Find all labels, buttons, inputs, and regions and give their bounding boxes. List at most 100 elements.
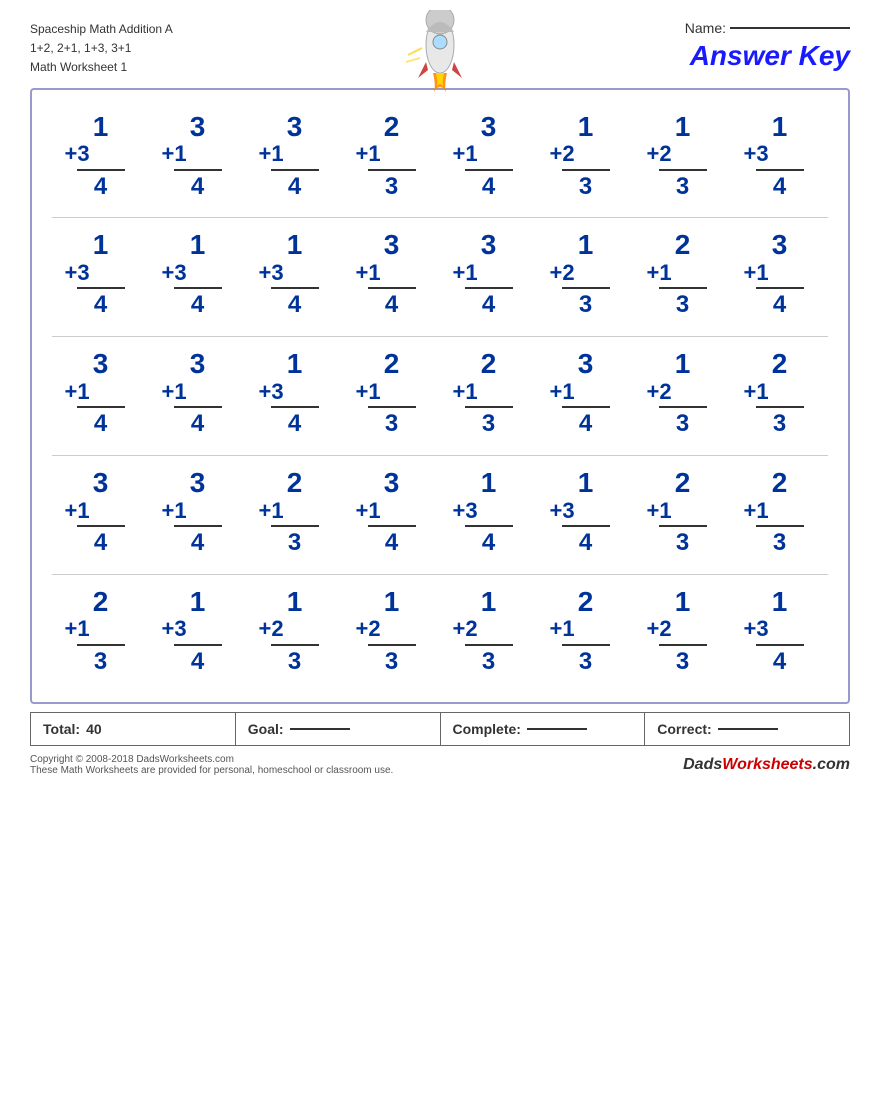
problem-addend: +2	[449, 617, 478, 641]
problem-answer: 4	[288, 291, 301, 320]
problem-addend: +1	[352, 499, 381, 523]
problem-addend: +1	[740, 261, 769, 285]
problem-top: 2	[675, 230, 691, 261]
problem-4-3: 1 +2 3	[352, 587, 432, 677]
problem-line	[174, 287, 222, 289]
problem-top: 3	[384, 468, 400, 499]
title-line3: Math Worksheet 1	[30, 58, 173, 77]
problem-top: 3	[93, 349, 109, 380]
problem-line	[77, 525, 125, 527]
problem-top: 1	[675, 349, 691, 380]
problem-answer: 3	[773, 410, 786, 439]
problem-addend: +1	[61, 380, 90, 404]
problem-addend: +1	[740, 499, 769, 523]
footer-box: Total: 40 Goal: Complete: Correct:	[30, 712, 850, 746]
problem-top: 3	[578, 349, 594, 380]
problem-answer: 4	[482, 173, 495, 202]
problem-addend: +1	[255, 499, 284, 523]
problem-3-1: 3 +1 4	[158, 468, 238, 558]
problem-answer: 4	[191, 648, 204, 677]
problem-top: 1	[190, 230, 206, 261]
problem-line	[174, 525, 222, 527]
header-right: Name: Answer Key	[685, 20, 850, 72]
problem-top: 1	[384, 587, 400, 618]
problem-line	[368, 525, 416, 527]
problem-4-0: 2 +1 3	[61, 587, 141, 677]
problem-answer: 3	[385, 410, 398, 439]
problem-top: 1	[578, 112, 594, 143]
problem-answer: 4	[385, 291, 398, 320]
problem-line	[368, 169, 416, 171]
problem-1-1: 1 +3 4	[158, 230, 238, 320]
problem-top: 2	[93, 587, 109, 618]
page: Spaceship Math Addition A 1+2, 2+1, 1+3,…	[0, 0, 880, 1100]
problem-addend: +1	[449, 142, 478, 166]
problem-top: 3	[384, 230, 400, 261]
problem-2-6: 1 +2 3	[643, 349, 723, 439]
header-left: Spaceship Math Addition A 1+2, 2+1, 1+3,…	[30, 20, 173, 78]
problem-3-6: 2 +1 3	[643, 468, 723, 558]
problem-2-1: 3 +1 4	[158, 349, 238, 439]
problem-addend: +1	[352, 261, 381, 285]
problem-addend: +2	[643, 142, 672, 166]
problem-addend: +1	[158, 142, 187, 166]
goal-blank	[290, 728, 350, 730]
problem-answer: 3	[482, 648, 495, 677]
problem-addend: +2	[546, 261, 575, 285]
problem-addend: +2	[255, 617, 284, 641]
problem-answer: 4	[482, 529, 495, 558]
problem-addend: +1	[643, 499, 672, 523]
problem-answer: 3	[288, 648, 301, 677]
problem-line	[562, 406, 610, 408]
problem-line	[174, 406, 222, 408]
problem-3-4: 1 +3 4	[449, 468, 529, 558]
problem-top: 1	[578, 230, 594, 261]
problem-1-6: 2 +1 3	[643, 230, 723, 320]
problem-4-6: 1 +2 3	[643, 587, 723, 677]
problem-2-5: 3 +1 4	[546, 349, 626, 439]
problem-2-3: 2 +1 3	[352, 349, 432, 439]
problem-answer: 3	[94, 648, 107, 677]
problem-top: 1	[481, 587, 497, 618]
worksheet-box: 1 +3 4 3 +1 4 3 +1 4 2 +1 3 3 +1	[30, 88, 850, 705]
problem-answer: 4	[288, 173, 301, 202]
problem-top: 3	[190, 112, 206, 143]
problem-addend: +3	[61, 261, 90, 285]
problem-answer: 4	[94, 173, 107, 202]
problem-top: 3	[190, 349, 206, 380]
problem-addend: +3	[546, 499, 575, 523]
problem-1-4: 3 +1 4	[449, 230, 529, 320]
problem-answer: 4	[94, 410, 107, 439]
problem-top: 1	[287, 230, 303, 261]
problem-2-0: 3 +1 4	[61, 349, 141, 439]
problem-line	[465, 169, 513, 171]
problem-answer: 3	[385, 648, 398, 677]
problem-answer: 3	[676, 410, 689, 439]
footer-total: Total: 40	[31, 713, 236, 745]
problem-top: 2	[675, 468, 691, 499]
problem-addend: +3	[158, 261, 187, 285]
problem-3-5: 1 +3 4	[546, 468, 626, 558]
problem-top: 1	[772, 112, 788, 143]
problem-line	[465, 644, 513, 646]
problem-top: 3	[190, 468, 206, 499]
problem-0-4: 3 +1 4	[449, 112, 529, 202]
problem-row-0: 1 +3 4 3 +1 4 3 +1 4 2 +1 3 3 +1	[52, 100, 828, 219]
problem-addend: +3	[158, 617, 187, 641]
problem-top: 2	[772, 349, 788, 380]
problem-addend: +1	[449, 380, 478, 404]
problem-answer: 3	[676, 529, 689, 558]
problem-top: 2	[772, 468, 788, 499]
problem-addend: +3	[255, 380, 284, 404]
problem-addend: +3	[740, 617, 769, 641]
problem-0-5: 1 +2 3	[546, 112, 626, 202]
correct-blank	[718, 728, 778, 730]
problem-line	[368, 644, 416, 646]
problem-answer: 4	[385, 529, 398, 558]
problem-top: 2	[384, 112, 400, 143]
problem-addend: +2	[546, 142, 575, 166]
answer-key-label: Answer Key	[690, 40, 850, 72]
problem-top: 1	[287, 587, 303, 618]
dadsworksheets-logo: DadsWorksheets.com	[683, 756, 850, 774]
problem-addend: +1	[255, 142, 284, 166]
